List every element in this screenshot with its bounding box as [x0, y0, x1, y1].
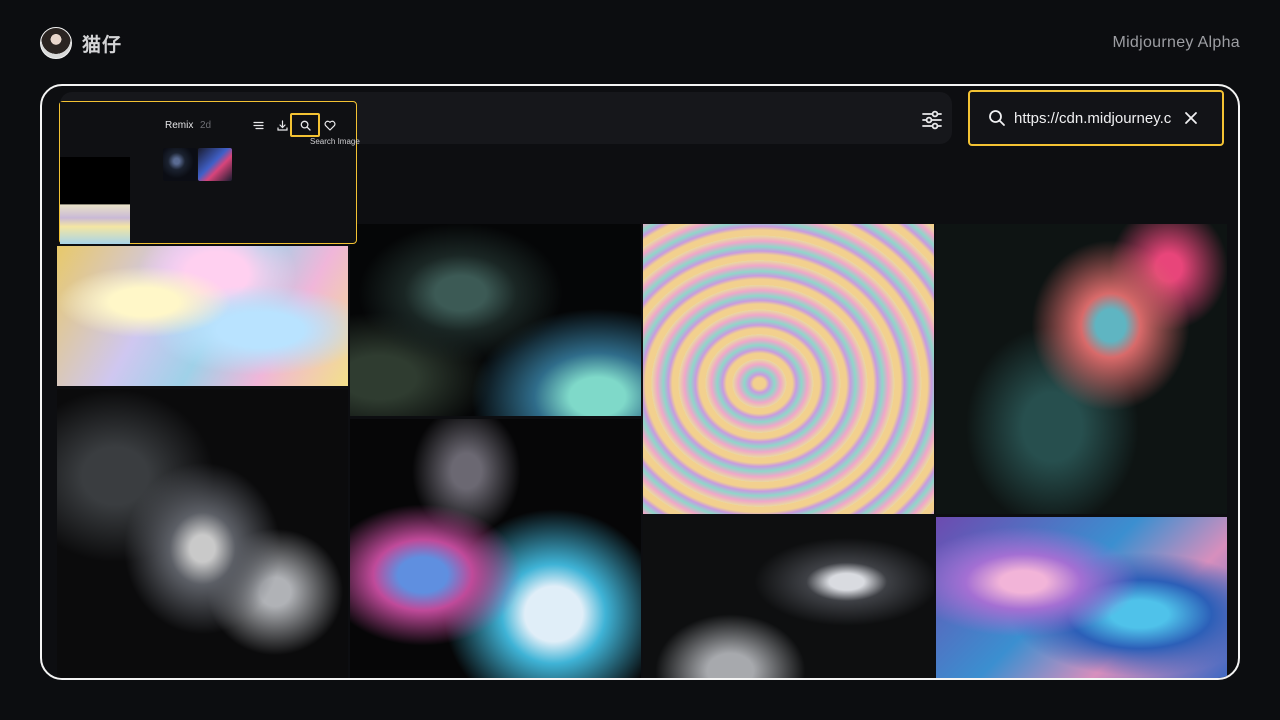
image-search-box[interactable]	[968, 90, 1224, 146]
filter-button[interactable]	[914, 102, 950, 138]
search-icon	[300, 120, 311, 131]
grid-thumbnail[interactable]	[198, 148, 232, 181]
brand-title: Midjourney Alpha	[1112, 34, 1240, 51]
gallery-image[interactable]	[643, 224, 934, 514]
gallery-image[interactable]	[57, 246, 348, 386]
popover-backdrop	[60, 102, 144, 157]
search-input[interactable]	[1014, 109, 1172, 127]
list-icon	[252, 121, 264, 129]
image-hover-popover: Remix 2d Search Image	[59, 101, 360, 244]
avatar[interactable]	[40, 27, 72, 59]
close-icon	[1185, 112, 1197, 124]
remix-label[interactable]: Remix	[165, 120, 193, 131]
author-name: 猫仔	[82, 34, 123, 56]
like-button[interactable]	[320, 116, 340, 134]
search-image-button[interactable]	[290, 113, 320, 137]
clear-search-button[interactable]	[1180, 107, 1202, 129]
grid-thumbnail[interactable]	[163, 148, 197, 181]
sliders-icon	[922, 110, 942, 130]
gallery-image[interactable]	[936, 224, 1227, 514]
author-block[interactable]: 猫仔	[40, 27, 122, 59]
gallery-image[interactable]	[57, 389, 348, 678]
gallery-image[interactable]	[350, 419, 641, 678]
download-icon	[276, 119, 288, 131]
download-button[interactable]	[272, 116, 292, 134]
search-icon	[989, 110, 1005, 126]
popover-preview-image[interactable]	[60, 157, 130, 244]
heart-icon	[324, 120, 336, 131]
age-label: 2d	[200, 120, 212, 131]
gallery-image[interactable]	[936, 517, 1227, 678]
options-button[interactable]	[248, 116, 268, 134]
gallery-image[interactable]	[643, 517, 934, 678]
search-image-tooltip: Search Image	[310, 137, 360, 146]
gallery-image[interactable]	[350, 224, 641, 416]
